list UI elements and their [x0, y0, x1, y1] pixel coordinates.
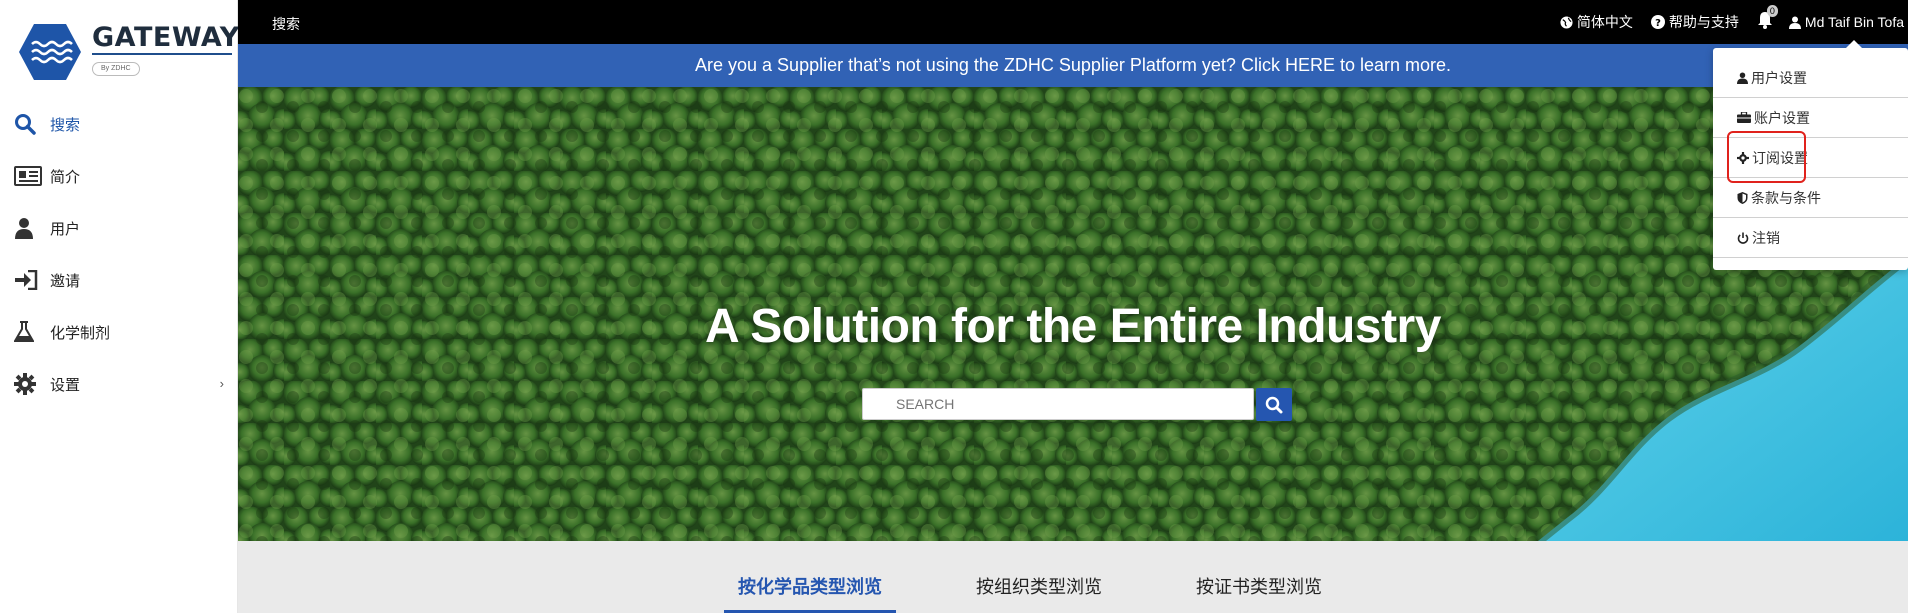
logo-title: GATEWAY [92, 22, 240, 53]
menu-item-label: 条款与条件 [1751, 189, 1821, 206]
language-selector[interactable]: 简体中文 [1560, 12, 1633, 32]
sidebar-item-label: 简介 [50, 168, 81, 186]
tab-certificate-type[interactable]: 按证书类型浏览 [1196, 573, 1322, 613]
sidebar-item-settings[interactable]: 设置 › [0, 358, 238, 410]
chevron-right-icon: › [219, 376, 224, 391]
help-label: 帮助与支持 [1668, 14, 1739, 30]
sidebar-item-label: 设置 [50, 376, 81, 394]
search-icon [1265, 396, 1283, 413]
sidebar-nav: 搜索 简介 用户 邀请 化学制剂 设置 › [0, 98, 238, 410]
language-label: 简体中文 [1576, 14, 1633, 30]
user-dropdown-menu: 用户设置 账户设置 订阅设置 条款与条件 注销 [1713, 40, 1908, 270]
power-icon [1737, 232, 1749, 244]
user-icon [1788, 16, 1801, 29]
tab-organization-type[interactable]: 按组织类型浏览 [976, 573, 1102, 613]
gateway-logo[interactable]: GATEWAY By ZDHC [18, 20, 239, 84]
hero-section: A Solution for the Entire Industry [238, 87, 1908, 541]
sign-in-icon [14, 270, 50, 290]
user-menu-toggle[interactable]: Md Taif Bin Tofa [1788, 14, 1908, 30]
logo-subtitle: By ZDHC [92, 62, 140, 76]
menu-item-label: 注销 [1752, 229, 1780, 246]
sidebar: GATEWAY By ZDHC 搜索 简介 用户 邀请 化学制剂 设置 › [0, 0, 239, 613]
globe-icon [1560, 15, 1573, 29]
menu-item-logout[interactable]: 注销 [1713, 218, 1908, 258]
sidebar-item-invite[interactable]: 邀请 [0, 254, 238, 306]
profile-card-icon [14, 166, 50, 186]
hero-search [862, 388, 1292, 421]
sidebar-item-label: 搜索 [50, 116, 81, 134]
sidebar-item-label: 用户 [50, 220, 81, 238]
search-icon [14, 113, 50, 135]
user-icon [1737, 72, 1748, 84]
notifications-button[interactable]: 0 [1757, 4, 1778, 34]
menu-item-label: 订阅设置 [1752, 149, 1808, 166]
logo-hexagon-icon [19, 24, 81, 80]
top-bar: 搜索 简体中文 ? 帮助与支持 0 Md Taif Bin Tofa [238, 0, 1908, 44]
topbar-search-link[interactable]: 搜索 [272, 14, 300, 34]
notification-count-badge: 0 [1766, 4, 1778, 17]
menu-item-label: 用户设置 [1751, 69, 1807, 86]
sidebar-item-label: 邀请 [50, 272, 81, 290]
search-input[interactable] [862, 388, 1254, 420]
sidebar-item-users[interactable]: 用户 [0, 202, 238, 254]
question-circle-icon: ? [1650, 15, 1665, 29]
menu-item-label: 账户设置 [1754, 109, 1810, 126]
tab-chemical-type[interactable]: 按化学品类型浏览 [724, 573, 896, 613]
help-support-link[interactable]: ? 帮助与支持 [1650, 12, 1739, 32]
menu-item-subscription-settings[interactable]: 订阅设置 [1713, 138, 1908, 178]
svg-text:?: ? [1655, 18, 1661, 29]
briefcase-icon [1737, 112, 1751, 123]
menu-item-account-settings[interactable]: 账户设置 [1713, 98, 1908, 138]
sidebar-item-chemicals[interactable]: 化学制剂 [0, 306, 238, 358]
gear-icon [14, 373, 50, 395]
user-icon [14, 217, 50, 239]
shield-icon [1737, 191, 1748, 204]
logo-underline [92, 53, 232, 55]
browse-tabs: 按化学品类型浏览 按组织类型浏览 按证书类型浏览 [238, 541, 1908, 613]
gear-icon [1737, 151, 1749, 164]
search-button[interactable] [1256, 388, 1292, 421]
menu-item-user-settings[interactable]: 用户设置 [1713, 58, 1908, 98]
topbar-right: 简体中文 ? 帮助与支持 0 Md Taif Bin Tofa [1560, 0, 1908, 44]
flask-icon [14, 321, 50, 343]
sidebar-item-label: 化学制剂 [50, 324, 111, 342]
menu-item-terms-conditions[interactable]: 条款与条件 [1713, 178, 1908, 218]
sidebar-item-profile[interactable]: 简介 [0, 150, 238, 202]
hero-title: A Solution for the Entire Industry [705, 300, 1441, 353]
sidebar-item-search[interactable]: 搜索 [0, 98, 238, 150]
user-name: Md Taif Bin Tofa [1804, 14, 1904, 30]
supplier-banner[interactable]: Are you a Supplier that’s not using the … [238, 44, 1908, 87]
